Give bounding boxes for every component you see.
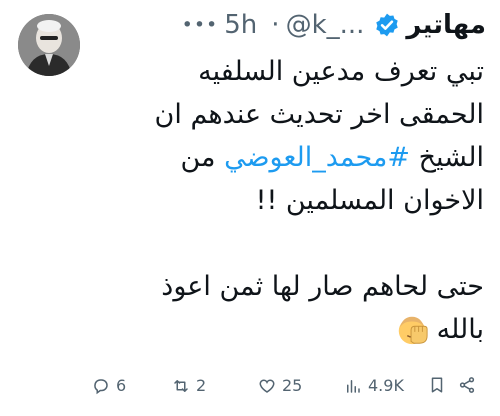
views-count: 4.9K — [368, 376, 404, 395]
reply-button[interactable]: 6 — [92, 376, 126, 395]
face-palm-emoji — [398, 316, 428, 344]
views-chart-icon — [347, 379, 360, 393]
avatar-photo — [18, 14, 80, 76]
tweet-line: الاخوان المسلمين !! — [255, 185, 484, 216]
like-count: 25 — [282, 376, 303, 395]
tweet-line: الشيخ #محمد_العوضي من — [94, 136, 484, 179]
like-button[interactable]: 25 — [258, 376, 302, 395]
reply-count: 6 — [116, 376, 127, 395]
author-avatar[interactable] — [18, 14, 80, 76]
share-icon — [459, 377, 475, 393]
separator-dot: · — [271, 10, 280, 40]
tweet-line-part: الشيخ — [418, 142, 484, 173]
tweet-line: الحمقى اخر تحديث عندهم ان — [154, 99, 484, 130]
reply-icon — [94, 378, 108, 394]
tweet-line-part: بالله — [436, 314, 484, 345]
tweet-line: حتى لحاهم صار لها ثمن اعوذ — [161, 271, 484, 302]
bookmark-icon — [431, 377, 443, 393]
retweet-button[interactable]: 2 — [172, 376, 206, 395]
views-button[interactable]: 4.9K — [344, 376, 404, 395]
tweet-line: بالله — [94, 308, 484, 351]
retweet-count: 2 — [196, 376, 207, 395]
tweet-timestamp[interactable]: 5h — [224, 10, 257, 40]
retweet-icon — [174, 379, 188, 392]
bookmark-button[interactable] — [428, 376, 446, 394]
tweet-line-part: من — [180, 142, 216, 173]
more-options-icon[interactable]: ••• — [182, 14, 219, 36]
tweet-actions: 6 2 25 4.9K — [92, 376, 484, 400]
verified-badge-icon — [376, 13, 399, 37]
tweet-line: تبي تعرف مدعين السلفيه — [198, 56, 484, 87]
author-handle[interactable]: @k_... — [286, 10, 365, 40]
tweet-header: ••• 5h · @k_... مهاتير — [110, 8, 486, 42]
hashtag-link[interactable]: #محمد_العوضي — [224, 142, 410, 173]
tweet-text: تبي تعرف مدعين السلفيه الحمقى اخر تحديث … — [94, 50, 484, 351]
heart-icon — [259, 378, 275, 393]
author-display-name[interactable]: مهاتير — [406, 10, 486, 40]
share-button[interactable] — [458, 376, 476, 394]
